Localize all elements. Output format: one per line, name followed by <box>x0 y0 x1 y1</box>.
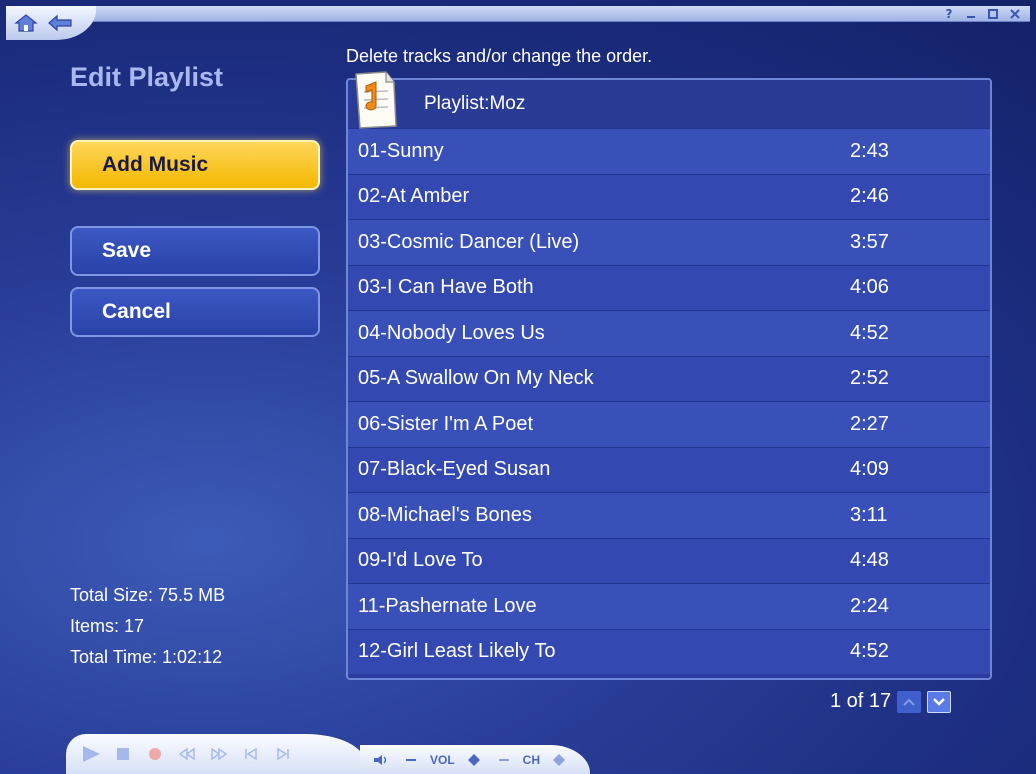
track-duration: 2:24 <box>850 594 889 617</box>
page-title: Edit Playlist <box>70 62 224 92</box>
total-size-label: Total Size: 75.5 MB <box>70 585 226 605</box>
track-name: 06-Sister I'm A Poet <box>358 412 534 435</box>
items-count-label: Items: 17 <box>70 616 145 636</box>
window-title-bar <box>6 6 1030 22</box>
track-duration: 2:46 <box>850 185 889 208</box>
track-row[interactable]: 12-Girl Least Likely To 4:52 <box>348 628 990 674</box>
volume-down-icon[interactable] <box>400 749 422 771</box>
channel-up-icon[interactable] <box>548 749 570 771</box>
chevron-down-icon <box>933 697 946 706</box>
channel-down-icon[interactable] <box>493 749 515 771</box>
playlist-document-icon <box>350 68 402 132</box>
volume-channel-bar: VOL CH <box>360 745 590 774</box>
track-duration: 4:52 <box>850 640 889 663</box>
track-duration: 2:52 <box>850 367 889 390</box>
track-row[interactable]: 03-Cosmic Dancer (Live) 3:57 <box>348 219 990 265</box>
track-duration: 3:11 <box>850 503 888 526</box>
track-name: 11-Pashernate Love <box>358 594 537 617</box>
track-duration: 4:52 <box>850 321 889 344</box>
track-name: 04-Nobody Loves Us <box>358 321 545 344</box>
stop-icon[interactable] <box>112 743 134 765</box>
track-duration: 4:06 <box>850 276 889 299</box>
track-row[interactable]: 11-Pashernate Love 2:24 <box>348 583 990 629</box>
instructions-text: Delete tracks and/or change the order. <box>346 46 653 66</box>
cancel-button[interactable]: Cancel <box>70 287 320 337</box>
track-row[interactable]: 07-Black-Eyed Susan 4:09 <box>348 446 990 492</box>
volume-up-icon[interactable] <box>463 749 485 771</box>
page-indicator: 1 of 17 <box>830 690 892 712</box>
skip-forward-icon[interactable] <box>272 743 294 765</box>
skip-back-icon[interactable] <box>240 743 262 765</box>
track-duration: 2:27 <box>850 412 889 435</box>
save-button[interactable]: Save <box>70 226 320 276</box>
track-row[interactable]: 03-I Can Have Both 4:06 <box>348 264 990 310</box>
track-row[interactable]: 01-Sunny 2:43 <box>348 128 990 174</box>
nav-bar <box>6 6 96 40</box>
track-name: 12-Girl Least Likely To <box>358 640 556 663</box>
minimize-icon[interactable] <box>964 7 978 21</box>
home-icon[interactable] <box>12 11 40 35</box>
page-up-button[interactable] <box>897 690 922 713</box>
track-name: 03-I Can Have Both <box>358 276 534 299</box>
help-icon[interactable]: ? <box>942 7 956 21</box>
track-list: 01-Sunny 2:43 02-At Amber 2:46 03-Cosmic Dan… <box>348 128 990 674</box>
track-name: 01-Sunny <box>358 139 444 162</box>
track-name: 07-Black-Eyed Susan <box>358 458 551 481</box>
mute-icon[interactable] <box>370 749 392 771</box>
track-name: 05-A Swallow On My Neck <box>358 367 594 390</box>
track-name: 03-Cosmic Dancer (Live) <box>358 230 580 253</box>
playlist-panel: Playlist:Moz 01-Sunny 2:43 02-At Amber 2:46… <box>346 78 992 680</box>
volume-label: VOL <box>430 752 455 767</box>
track-duration: 3:57 <box>850 230 889 253</box>
add-music-button[interactable]: Add Music <box>70 140 320 190</box>
page-down-button[interactable] <box>927 690 952 713</box>
back-arrow-icon[interactable] <box>46 11 74 35</box>
window-controls: ? <box>942 6 1022 22</box>
maximize-icon[interactable] <box>986 7 1000 21</box>
playlist-header: Playlist:Moz <box>348 80 990 128</box>
track-row[interactable]: 05-A Swallow On My Neck 2:52 <box>348 355 990 401</box>
track-duration: 4:09 <box>850 458 889 481</box>
pager: 1 of 17 <box>830 690 952 713</box>
play-icon[interactable] <box>80 743 102 765</box>
track-row[interactable]: 04-Nobody Loves Us 4:52 <box>348 310 990 356</box>
total-time-label: Total Time: 1:02:12 <box>70 647 223 667</box>
track-name: 08-Michael's Bones <box>358 503 532 526</box>
rewind-icon[interactable] <box>176 743 198 765</box>
chevron-up-icon <box>903 698 915 706</box>
track-duration: 4:48 <box>850 549 889 572</box>
playlist-stats: Total Size: 75.5 MB Items: 17 Total Time… <box>70 580 225 673</box>
transport-bar <box>66 734 366 774</box>
track-name: 02-At Amber <box>358 185 470 208</box>
track-row[interactable]: 02-At Amber 2:46 <box>348 173 990 219</box>
track-row[interactable]: 09-I'd Love To 4:48 <box>348 537 990 583</box>
track-row[interactable]: 06-Sister I'm A Poet 2:27 <box>348 401 990 447</box>
track-name: 09-I'd Love To <box>358 549 483 572</box>
channel-label: CH <box>522 752 541 767</box>
close-icon[interactable] <box>1008 7 1022 21</box>
fast-forward-icon[interactable] <box>208 743 230 765</box>
track-duration: 2:43 <box>850 139 889 162</box>
record-icon[interactable] <box>144 743 166 765</box>
track-row[interactable]: 08-Michael's Bones 3:11 <box>348 492 990 538</box>
